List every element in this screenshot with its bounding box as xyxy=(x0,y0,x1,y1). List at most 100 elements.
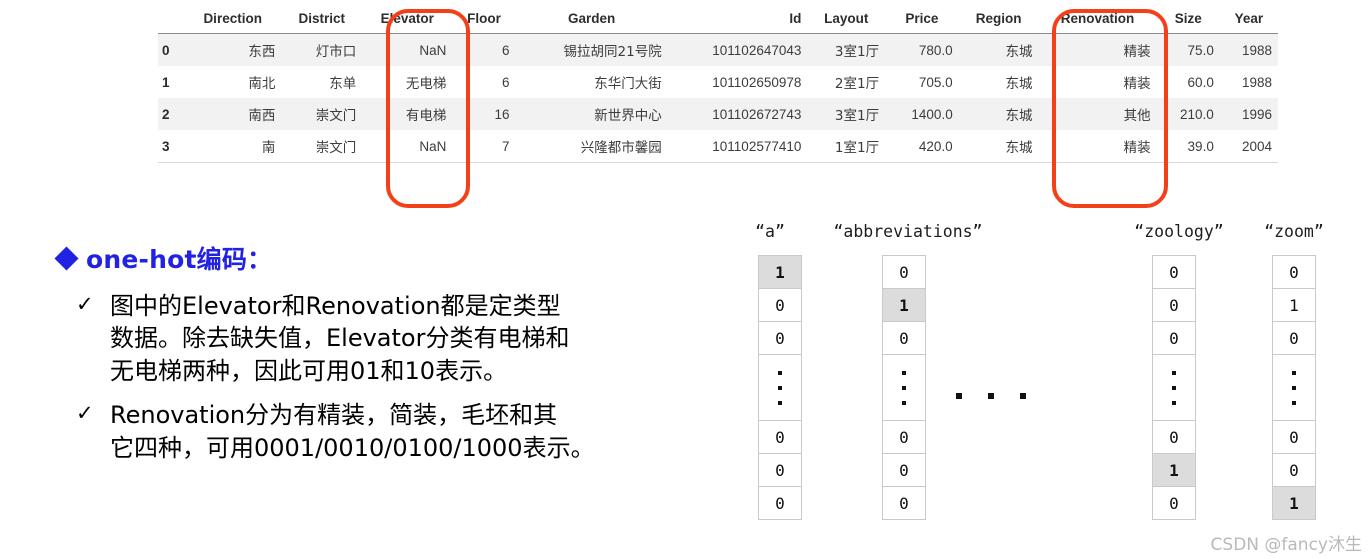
column-header-elevator: Elevator xyxy=(362,8,453,34)
cell-year: 2004 xyxy=(1219,130,1278,163)
ellipsis-dot xyxy=(1020,393,1026,399)
dataframe: Direction District Elevator Floor Garden Id La… xyxy=(158,8,1278,163)
table-header: Direction District Elevator Floor Garden Id La… xyxy=(158,8,1278,34)
bullet-line: 无电梯两种，因此可用01和10表示。 xyxy=(110,356,508,385)
onehot-column: 010001 xyxy=(1272,255,1316,520)
checkmark-icon: ✓ xyxy=(76,401,94,426)
column-header-layout: Layout xyxy=(807,8,886,34)
diamond-bullet-icon xyxy=(54,245,79,271)
section-heading: one-hot编码： xyxy=(54,238,740,278)
onehot-cell: 1 xyxy=(1273,487,1315,520)
onehot-cell: 1 xyxy=(883,289,925,322)
bullet-line: 数据。除去缺失值，Elevator分类有电梯和 xyxy=(110,324,570,353)
explanation-panel: one-hot编码： ✓ 图中的Elevator和Renovation都是定类型数… xyxy=(0,238,740,464)
cell-garden: 新世界中心 xyxy=(515,98,668,130)
bullet-item: ✓ Renovation分为有精装，简装，毛坯和其它四种，可用0001/0010/… xyxy=(76,399,740,464)
onehot-cell: 0 xyxy=(883,487,925,520)
onehot-cell: 0 xyxy=(883,322,925,355)
ellipsis-dot xyxy=(956,393,962,399)
bullet-list: ✓ 图中的Elevator和Renovation都是定类型 数据。除去缺失值，Ele… xyxy=(0,290,740,464)
onehot-cell: 0 xyxy=(883,454,925,487)
cell-floor: 6 xyxy=(452,33,516,66)
onehot-cell: 0 xyxy=(1153,421,1195,454)
cell-price: 705.0 xyxy=(885,66,959,98)
cell-district: 东单 xyxy=(281,66,363,98)
cell-elevator: 无电梯 xyxy=(362,66,453,98)
dataframe-table: Direction District Elevator Floor Garden Id La… xyxy=(158,8,1278,163)
row-index: 3 xyxy=(158,130,184,163)
cell-size: 210.0 xyxy=(1156,98,1220,130)
table-row: 3 南崇文门 NaN 7 兴隆都市馨园 101102577410 1室1厅 420.0 东城 精装… xyxy=(158,130,1278,163)
row-index: 0 xyxy=(158,33,184,66)
onehot-cell: 0 xyxy=(1273,421,1315,454)
cell-year: 1988 xyxy=(1219,33,1278,66)
onehot-column-label: “abbreviations” xyxy=(833,222,983,241)
bullet-item: ✓ 图中的Elevator和Renovation都是定类型 数据。除去缺失值，Ele… xyxy=(76,290,740,387)
cell-district: 灯市口 xyxy=(281,33,363,66)
cell-renovation: 精装 xyxy=(1038,33,1157,66)
cell-size: 60.0 xyxy=(1156,66,1220,98)
onehot-cell: 1 xyxy=(759,256,801,289)
cell-direction: 南西 xyxy=(184,98,282,130)
onehot-cell: 0 xyxy=(759,289,801,322)
row-index: 2 xyxy=(158,98,184,130)
cell-district: 崇文门 xyxy=(281,98,363,130)
onehot-cell: 0 xyxy=(759,454,801,487)
cell-id: 101102650978 xyxy=(667,66,808,98)
column-header-id: Id xyxy=(667,8,808,34)
cell-size: 75.0 xyxy=(1156,33,1220,66)
onehot-cell-ellipsis xyxy=(1273,355,1315,421)
cell-price: 780.0 xyxy=(885,33,959,66)
cell-price: 1400.0 xyxy=(885,98,959,130)
onehot-column: 000010 xyxy=(1152,255,1196,520)
cell-size: 39.0 xyxy=(1156,130,1220,163)
onehot-cell: 0 xyxy=(1153,322,1195,355)
onehot-cell: 0 xyxy=(759,421,801,454)
cell-elevator: NaN xyxy=(362,130,453,163)
onehot-cell: 0 xyxy=(883,256,925,289)
cell-year: 1996 xyxy=(1219,98,1278,130)
cell-elevator: NaN xyxy=(362,33,453,66)
cell-garden: 东华门大街 xyxy=(515,66,668,98)
matrix-ellipsis xyxy=(956,393,1026,399)
onehot-cell: 0 xyxy=(759,322,801,355)
column-header-size: Size xyxy=(1156,8,1220,34)
header-row: Direction District Elevator Floor Garden Id La… xyxy=(158,8,1278,34)
column-header-renovation: Renovation xyxy=(1038,8,1157,34)
column-header-garden: Garden xyxy=(515,8,668,34)
cell-direction: 东西 xyxy=(184,33,282,66)
onehot-cell-ellipsis xyxy=(883,355,925,421)
cell-renovation: 其他 xyxy=(1038,98,1157,130)
cell-layout: 3室1厅 xyxy=(807,98,886,130)
column-header-direction: Direction xyxy=(184,8,282,34)
onehot-cell: 0 xyxy=(1153,289,1195,322)
onehot-column-label: “zoom” xyxy=(1264,222,1324,241)
column-header-year: Year xyxy=(1219,8,1278,34)
onehot-cell: 1 xyxy=(1273,289,1315,322)
cell-region: 东城 xyxy=(958,98,1039,130)
column-header-district: District xyxy=(281,8,363,34)
bullet-line: Renovation分为有精装，简装，毛坯和其 xyxy=(110,401,558,430)
onehot-cell: 0 xyxy=(1273,256,1315,289)
cell-renovation: 精装 xyxy=(1038,130,1157,163)
column-header-index xyxy=(158,8,184,34)
bullet-text: Renovation分为有精装，简装，毛坯和其它四种，可用0001/0010/0… xyxy=(110,399,595,464)
cell-price: 420.0 xyxy=(885,130,959,163)
onehot-cell-ellipsis xyxy=(759,355,801,421)
section-heading-label: one-hot编码： xyxy=(86,245,273,274)
cell-district: 崇文门 xyxy=(281,130,363,163)
cell-id: 101102672743 xyxy=(667,98,808,130)
onehot-column-label: “zoology” xyxy=(1134,222,1224,241)
onehot-cell: 0 xyxy=(1273,322,1315,355)
bullet-line: 它四种，可用0001/0010/0100/1000表示。 xyxy=(110,433,595,462)
bullet-text: 图中的Elevator和Renovation都是定类型 数据。除去缺失值，Elev… xyxy=(110,290,569,387)
cell-direction: 南 xyxy=(184,130,282,163)
cell-garden: 兴隆都市馨园 xyxy=(515,130,668,163)
onehot-cell: 1 xyxy=(1153,454,1195,487)
cell-garden: 锡拉胡同21号院 xyxy=(515,33,668,66)
table-row: 0 东西 灯市口 NaN 6 锡拉胡同21号院 101102647043 3室1厅 780.0 东… xyxy=(158,33,1278,66)
row-index: 1 xyxy=(158,66,184,98)
ellipsis-dot xyxy=(988,393,994,399)
watermark: CSDN @fancy沐生 xyxy=(1210,535,1362,555)
cell-floor: 6 xyxy=(452,66,516,98)
